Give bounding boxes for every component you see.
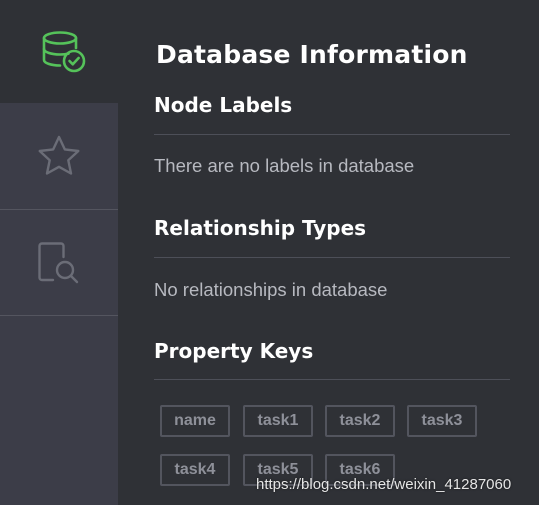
divider: [154, 134, 510, 135]
sidebar: [0, 0, 128, 505]
relationship-types-empty-text: No relationships in database: [154, 279, 388, 300]
node-labels-empty-text: There are no labels in database: [154, 155, 415, 176]
property-key-task3[interactable]: task3: [407, 405, 477, 437]
database-info-panel: Database Information Node Labels There a…: [118, 0, 539, 505]
star-icon: [36, 133, 82, 179]
database-check-icon: [41, 29, 87, 75]
page-title: Database Information: [156, 40, 468, 69]
sidebar-item-favorites[interactable]: [0, 103, 118, 210]
watermark: https://blog.csdn.net/weixin_41287060: [256, 476, 512, 493]
sidebar-item-guides[interactable]: [0, 210, 118, 316]
relationship-types-heading: Relationship Types: [154, 216, 367, 240]
sidebar-item-database-info[interactable]: [0, 0, 128, 103]
divider: [154, 257, 510, 258]
property-key-task2[interactable]: task2: [325, 405, 395, 437]
divider: [154, 379, 510, 380]
property-key-task1[interactable]: task1: [243, 405, 313, 437]
property-key-task4[interactable]: task4: [160, 454, 230, 486]
property-key-name[interactable]: name: [160, 405, 230, 437]
node-labels-heading: Node Labels: [154, 93, 293, 117]
property-keys-heading: Property Keys: [154, 339, 314, 363]
document-search-icon: [36, 240, 82, 286]
